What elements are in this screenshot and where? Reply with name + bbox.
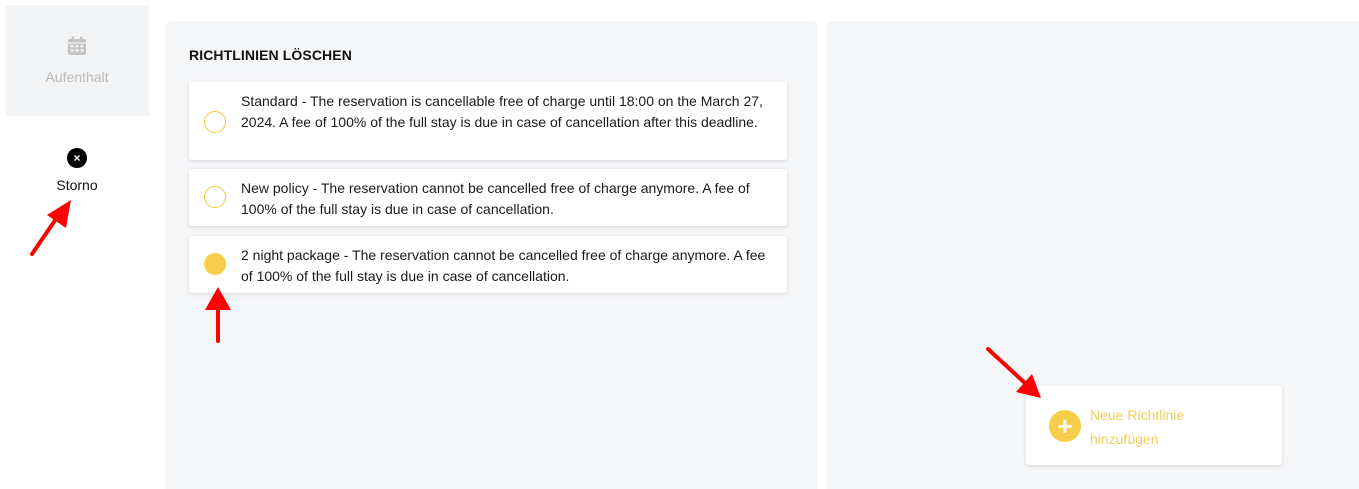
add-policy-panel: + Neue Richtlinie hinzufügen — [827, 21, 1359, 489]
sidebar: Aufenthalt × Storno — [0, 0, 155, 489]
sidebar-item-label: Storno — [56, 177, 98, 193]
radio-button-selected[interactable] — [204, 253, 226, 275]
sidebar-item-aufenthalt[interactable]: Aufenthalt — [5, 5, 149, 116]
policy-option-standard[interactable]: Standard - The reservation is cancellabl… — [189, 82, 787, 160]
radio-button[interactable] — [204, 186, 226, 208]
calendar-icon — [67, 36, 87, 61]
plus-circle-icon: + — [1049, 410, 1081, 442]
policy-option-new-policy[interactable]: New policy - The reservation cannot be c… — [189, 169, 787, 226]
add-policy-label: Neue Richtlinie hinzufügen — [1090, 407, 1185, 447]
radio-button[interactable] — [204, 111, 226, 133]
policy-panel: RICHTLINIEN LÖSCHEN Standard - The reser… — [165, 21, 818, 489]
page-title: RICHTLINIEN LÖSCHEN — [189, 47, 352, 63]
policy-text: Standard - The reservation is cancellabl… — [241, 93, 763, 130]
add-policy-button[interactable]: + Neue Richtlinie hinzufügen — [1026, 386, 1282, 465]
page: Aufenthalt × Storno RICHTLINIEN LÖSCHEN … — [0, 0, 1359, 489]
policy-text: 2 night package - The reservation cannot… — [241, 247, 766, 284]
close-circle-icon: × — [67, 148, 87, 168]
sidebar-item-storno[interactable]: × Storno — [5, 148, 149, 208]
sidebar-item-label: Aufenthalt — [45, 69, 109, 85]
policy-text: New policy - The reservation cannot be c… — [241, 180, 750, 217]
policy-option-2-night-package[interactable]: 2 night package - The reservation cannot… — [189, 236, 787, 293]
